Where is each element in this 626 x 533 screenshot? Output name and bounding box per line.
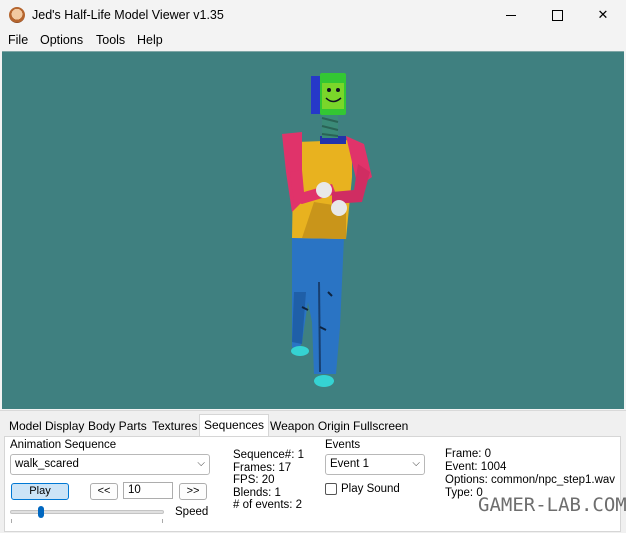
tab-fullscreen[interactable]: Fullscreen xyxy=(349,416,412,436)
close-icon[interactable] xyxy=(580,0,626,30)
events-select[interactable]: Event 1 ⌵ xyxy=(325,454,425,475)
sequence-event-count: # of events: 2 xyxy=(233,499,303,511)
sequence-blends: Blends: 1 xyxy=(233,486,281,499)
play-sound-label[interactable]: Play Sound xyxy=(341,483,400,495)
tab-model-display[interactable]: Model Display xyxy=(5,416,88,436)
events-label: Events xyxy=(325,439,361,451)
play-sound-checkbox[interactable] xyxy=(325,483,337,495)
menu-options[interactable]: Options xyxy=(40,33,83,47)
model-viewport[interactable] xyxy=(2,51,624,409)
tab-weapon-origin[interactable]: Weapon Origin xyxy=(266,416,354,436)
speed-label: Speed xyxy=(175,506,209,518)
sequence-frames: Frames: 17 xyxy=(233,461,292,474)
slider-tick xyxy=(162,519,163,523)
menu-bar: File Options Tools Help xyxy=(0,30,626,51)
previous-frame-button[interactable]: << xyxy=(90,483,118,500)
events-value: Event 1 xyxy=(330,458,369,470)
title-bar: Jed's Half-Life Model Viewer v1.35 xyxy=(0,0,626,30)
minimize-icon[interactable] xyxy=(488,0,534,30)
slider-tick xyxy=(11,519,12,523)
event-frame: Frame: 0 xyxy=(445,448,492,460)
play-button[interactable]: Play xyxy=(11,483,69,500)
event-id: Event: 1004 xyxy=(445,461,507,473)
menu-tools[interactable]: Tools xyxy=(96,33,125,47)
event-info: Frame: 0 Event: 1004 Options: common/npc… xyxy=(445,448,615,500)
next-frame-button[interactable]: >> xyxy=(179,483,207,500)
tab-sequences[interactable]: Sequences xyxy=(199,414,270,437)
tab-body-parts[interactable]: Body Parts xyxy=(84,416,151,436)
tab-textures[interactable]: Textures xyxy=(148,416,201,436)
sequence-fps: FPS: 20 xyxy=(233,474,275,486)
chevron-down-icon: ⌵ xyxy=(412,458,420,469)
app-face-icon xyxy=(9,7,25,23)
animation-sequence-label: Animation Sequence xyxy=(10,439,117,451)
watermark: GAMER-LAB.COM xyxy=(478,494,626,516)
model-figure xyxy=(282,73,372,387)
frame-input[interactable]: 10 xyxy=(123,482,173,499)
maximize-icon[interactable] xyxy=(534,0,580,30)
window-title: Jed's Half-Life Model Viewer v1.35 xyxy=(32,8,224,22)
sequence-info: Sequence#: 1 Frames: 17 FPS: 20 Blends: … xyxy=(233,449,304,512)
chevron-down-icon: ⌵ xyxy=(197,458,205,469)
sequence-number: Sequence#: 1 xyxy=(233,449,304,461)
speed-slider[interactable] xyxy=(10,510,164,514)
speed-slider-thumb[interactable] xyxy=(37,506,44,518)
animation-sequence-value: walk_scared xyxy=(15,458,79,470)
menu-file[interactable]: File xyxy=(8,33,28,47)
menu-help[interactable]: Help xyxy=(137,33,163,47)
event-options: Options: common/npc_step1.wav xyxy=(445,474,616,486)
animation-sequence-select[interactable]: walk_scared ⌵ xyxy=(10,454,210,475)
